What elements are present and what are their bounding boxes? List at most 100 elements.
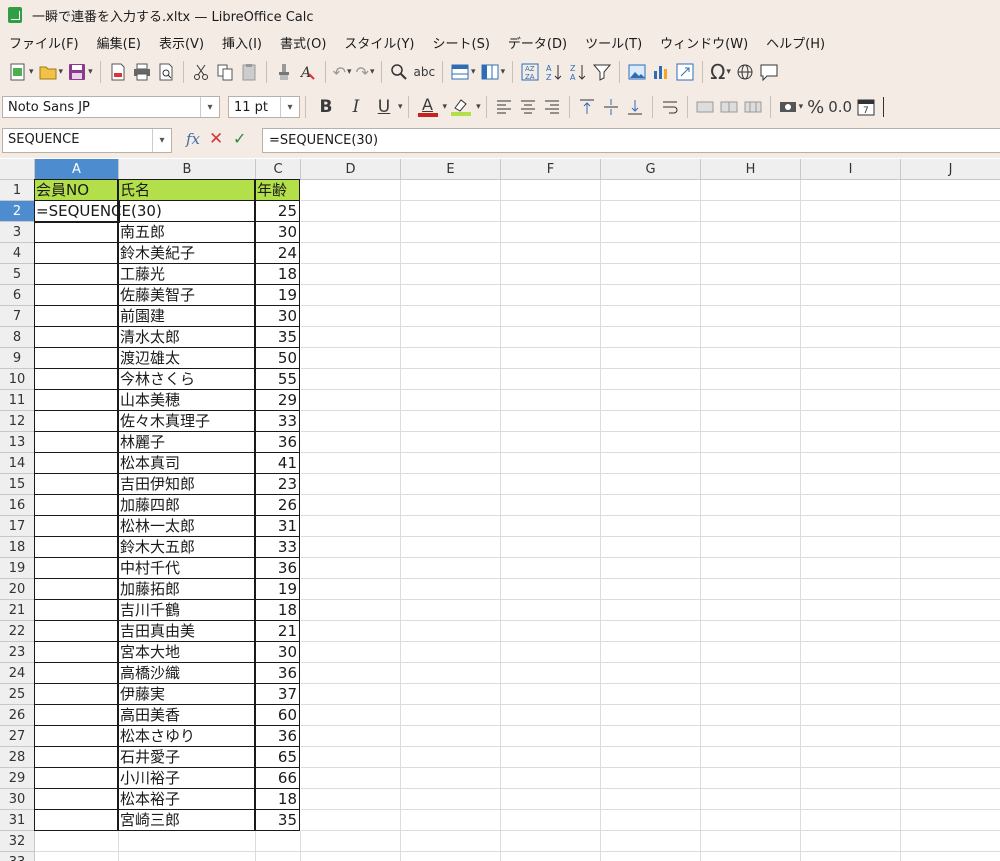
insert-image-button[interactable]	[627, 59, 647, 85]
cell-g16[interactable]	[601, 495, 701, 516]
row-header-2[interactable]: 2	[0, 201, 35, 222]
menu-file[interactable]: ファイル(F)	[0, 33, 88, 52]
cell-i30[interactable]	[801, 789, 901, 810]
row-header-33[interactable]: 33	[0, 852, 35, 861]
menu-styles[interactable]: スタイル(Y)	[335, 33, 423, 52]
row-header-1[interactable]: 1	[0, 180, 35, 201]
cell-b5[interactable]: 工藤光	[118, 263, 255, 285]
cell-d17[interactable]	[301, 516, 401, 537]
cell-h7[interactable]	[701, 306, 801, 327]
align-bottom-button[interactable]	[625, 94, 645, 120]
cell-f3[interactable]	[501, 222, 601, 243]
cell-d11[interactable]	[301, 390, 401, 411]
cell-a12[interactable]	[34, 410, 118, 432]
cell-g17[interactable]	[601, 516, 701, 537]
cell-c14[interactable]: 41	[255, 452, 300, 474]
cell-a6[interactable]	[34, 284, 118, 306]
row-header-31[interactable]: 31	[0, 810, 35, 831]
cell-c5[interactable]: 18	[255, 263, 300, 285]
cell-b31[interactable]: 宮崎三郎	[118, 809, 255, 831]
cell-h23[interactable]	[701, 642, 801, 663]
pivot-table-button[interactable]	[675, 59, 695, 85]
cell-f11[interactable]	[501, 390, 601, 411]
cell-h24[interactable]	[701, 663, 801, 684]
cell-f18[interactable]	[501, 537, 601, 558]
cell-c31[interactable]: 35	[255, 809, 300, 831]
cell-g15[interactable]	[601, 474, 701, 495]
cell-i7[interactable]	[801, 306, 901, 327]
cell-c20[interactable]: 19	[255, 578, 300, 600]
cell-j10[interactable]	[901, 369, 1000, 390]
row-header-32[interactable]: 32	[0, 831, 35, 852]
cell-i5[interactable]	[801, 264, 901, 285]
cell-e13[interactable]	[401, 432, 501, 453]
date-format-button[interactable]: 7	[856, 94, 876, 120]
number-format-button[interactable]: 0.0	[828, 94, 852, 120]
cell-j12[interactable]	[901, 411, 1000, 432]
align-center-button[interactable]	[518, 94, 538, 120]
align-left-button[interactable]	[494, 94, 514, 120]
cell-e8[interactable]	[401, 327, 501, 348]
cell-b24[interactable]: 高橋沙織	[118, 662, 255, 684]
cell-e4[interactable]	[401, 243, 501, 264]
cell-h18[interactable]	[701, 537, 801, 558]
cell-j15[interactable]	[901, 474, 1000, 495]
cell-e18[interactable]	[401, 537, 501, 558]
cell-g10[interactable]	[601, 369, 701, 390]
cell-i20[interactable]	[801, 579, 901, 600]
cell-j25[interactable]	[901, 684, 1000, 705]
cell-i17[interactable]	[801, 516, 901, 537]
cell-g7[interactable]	[601, 306, 701, 327]
cell-h8[interactable]	[701, 327, 801, 348]
cell-f29[interactable]	[501, 768, 601, 789]
row-header-17[interactable]: 17	[0, 516, 35, 537]
cell-i4[interactable]	[801, 243, 901, 264]
cell-a33[interactable]	[35, 852, 119, 861]
cell-a29[interactable]	[34, 767, 118, 789]
column-header-c[interactable]: C	[256, 159, 301, 180]
column-header-j[interactable]: J	[901, 159, 1000, 180]
sort-button[interactable]: AZ ZA	[520, 59, 540, 85]
cell-j7[interactable]	[901, 306, 1000, 327]
cell-i29[interactable]	[801, 768, 901, 789]
cell-h21[interactable]	[701, 600, 801, 621]
row-header-9[interactable]: 9	[0, 348, 35, 369]
row-header-5[interactable]: 5	[0, 264, 35, 285]
clear-formatting-button[interactable]: A	[298, 59, 318, 85]
row-header-30[interactable]: 30	[0, 789, 35, 810]
cell-i31[interactable]	[801, 810, 901, 831]
cell-a11[interactable]	[34, 389, 118, 411]
cell-h16[interactable]	[701, 495, 801, 516]
cell-e11[interactable]	[401, 390, 501, 411]
cell-e23[interactable]	[401, 642, 501, 663]
cell-b7[interactable]: 前園建	[118, 305, 255, 327]
cell-a4[interactable]	[34, 242, 118, 264]
cell-a1[interactable]: 会員NO	[34, 179, 118, 201]
cell-a2-editing[interactable]: =SEQUENCE(30)	[34, 200, 162, 222]
column-header-b[interactable]: B	[119, 159, 256, 180]
cell-b4[interactable]: 鈴木美紀子	[118, 242, 255, 264]
cell-j26[interactable]	[901, 705, 1000, 726]
cell-b28[interactable]: 石井愛子	[118, 746, 255, 768]
row-header-4[interactable]: 4	[0, 243, 35, 264]
cell-f22[interactable]	[501, 621, 601, 642]
cell-i24[interactable]	[801, 663, 901, 684]
cell-e33[interactable]	[401, 852, 501, 861]
cell-g26[interactable]	[601, 705, 701, 726]
undo-button[interactable]: ↶ ▾	[333, 59, 352, 85]
align-right-button[interactable]	[542, 94, 562, 120]
cell-j21[interactable]	[901, 600, 1000, 621]
cell-d28[interactable]	[301, 747, 401, 768]
column-header-f[interactable]: F	[501, 159, 601, 180]
cell-h1[interactable]	[701, 180, 801, 201]
cell-b17[interactable]: 松林一太郎	[118, 515, 255, 537]
cell-c7[interactable]: 30	[255, 305, 300, 327]
special-character-button[interactable]: Ω ▾	[710, 59, 731, 85]
row-header-10[interactable]: 10	[0, 369, 35, 390]
cell-g13[interactable]	[601, 432, 701, 453]
cell-b18[interactable]: 鈴木大五郎	[118, 536, 255, 558]
cancel-icon[interactable]: ✕	[209, 129, 223, 149]
row-header-14[interactable]: 14	[0, 453, 35, 474]
cell-d1[interactable]	[301, 180, 401, 201]
cell-h33[interactable]	[701, 852, 801, 861]
